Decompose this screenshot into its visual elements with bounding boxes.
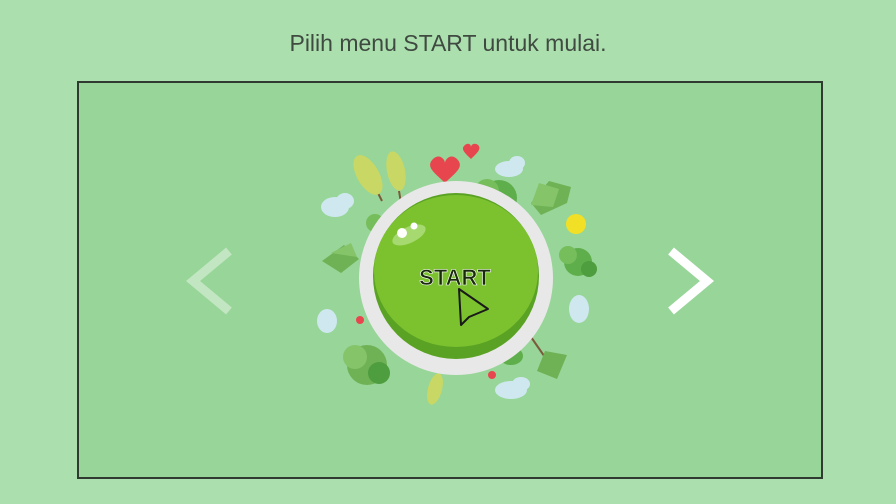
start-label: START — [419, 265, 491, 290]
tree-icon — [531, 181, 571, 215]
flower-icon — [488, 371, 496, 379]
cloud-icon — [495, 156, 525, 177]
tree-icon — [559, 246, 597, 277]
tree-icon — [343, 345, 390, 385]
heart-icon — [430, 156, 460, 183]
sun-icon — [566, 214, 586, 234]
chevron-left-icon[interactable] — [179, 243, 239, 319]
stage-panel: START — [77, 81, 823, 479]
tree-icon — [530, 336, 567, 379]
cloud-icon — [317, 309, 337, 333]
cloud-icon — [569, 295, 589, 323]
tree-icon — [353, 155, 383, 202]
start-button[interactable]: START — [373, 193, 539, 359]
tree-icon — [322, 243, 359, 273]
tree-icon — [427, 373, 443, 405]
chevron-right-icon[interactable] — [659, 243, 719, 319]
heart-icon — [462, 143, 480, 159]
instruction-text: Pilih menu START untuk mulai. — [289, 30, 607, 56]
cloud-icon — [495, 377, 530, 399]
cloud-icon — [321, 193, 354, 217]
flower-icon — [356, 316, 364, 324]
tree-icon — [386, 151, 406, 204]
